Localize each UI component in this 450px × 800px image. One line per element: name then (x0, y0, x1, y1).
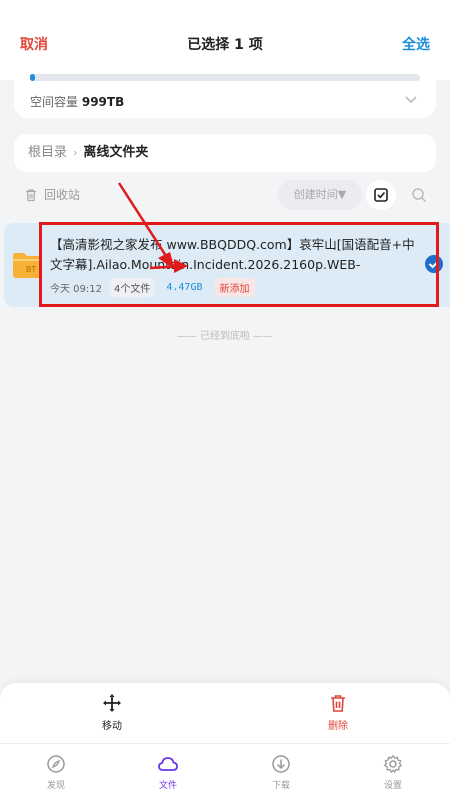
selected-check-icon[interactable] (424, 254, 444, 274)
bottom-tab-bar: 发现 文件 下载 设置 (0, 743, 450, 800)
gear-icon (383, 754, 403, 774)
multi-select-button[interactable] (366, 180, 396, 210)
annotation-arrow (117, 182, 188, 273)
page-title: 已选择 1 项 (187, 37, 263, 53)
file-toolbar: 回收站 创建时间▼ (14, 180, 436, 210)
trash-icon (331, 695, 345, 712)
file-count-badge: 4个文件 (110, 278, 155, 297)
sort-dropdown[interactable]: 创建时间▼ (278, 180, 362, 210)
list-end-text: —— 已经到底啦 —— (176, 331, 274, 342)
download-icon (272, 755, 290, 773)
storage-value: 999TB (81, 95, 125, 109)
storage-card[interactable]: 空间容量 999TB (14, 64, 436, 118)
delete-button[interactable]: 删除 (308, 693, 368, 732)
breadcrumb-root[interactable]: 根目录 (28, 145, 67, 160)
storage-progress-fill (30, 74, 35, 81)
bt-label: BT (26, 265, 36, 274)
bt-folder-icon: BT (13, 253, 41, 278)
breadcrumb: 根目录 › 离线文件夹 (14, 134, 436, 172)
trash-icon (26, 188, 36, 201)
file-size: 4.47GB (166, 282, 203, 293)
delete-label: 删除 (328, 721, 348, 732)
tab-discover[interactable]: 发现 (26, 754, 86, 791)
selection-action-bar: 移动 删除 (0, 683, 450, 743)
storage-label: 空间容量 999TB (30, 93, 124, 110)
move-button[interactable]: 移动 (82, 693, 142, 732)
tab-download[interactable]: 下载 (251, 754, 311, 791)
select-all-button[interactable]: 全选 (402, 34, 430, 54)
tab-settings[interactable]: 设置 (363, 754, 423, 791)
tab-settings-label: 设置 (383, 781, 402, 791)
storage-label-text: 空间容量 (30, 95, 79, 109)
tab-files-label: 文件 (158, 781, 177, 791)
recycle-bin-label: 回收站 (44, 188, 81, 202)
storage-progress-bar (30, 74, 420, 81)
chevron-down-icon[interactable] (404, 92, 418, 106)
compass-icon (47, 755, 65, 773)
breadcrumb-separator: › (73, 146, 78, 159)
move-label: 移动 (102, 721, 122, 732)
cloud-icon (158, 757, 178, 771)
checkbox-icon (374, 188, 388, 202)
tab-download-label: 下载 (271, 781, 290, 791)
recycle-bin-button[interactable]: 回收站 (24, 186, 80, 203)
search-icon[interactable] (410, 186, 428, 204)
breadcrumb-current: 离线文件夹 (83, 145, 149, 160)
new-badge: 新添加 (214, 278, 255, 297)
file-list-item[interactable]: BT 【高清影视之家发布 www.BBQDDQ.com】哀牢山[国语配音+中文字… (4, 223, 450, 307)
move-icon (103, 694, 121, 712)
file-time: 今天 09:12 (50, 284, 102, 295)
tab-files[interactable]: 文件 (138, 754, 198, 791)
file-name: 【高清影视之家发布 www.BBQDDQ.com】哀牢山[国语配音+中文字幕].… (50, 237, 415, 272)
tab-discover-label: 发现 (46, 781, 65, 791)
file-meta: 今天 09:12 4个文件 4.47GB 新添加 (50, 278, 255, 297)
